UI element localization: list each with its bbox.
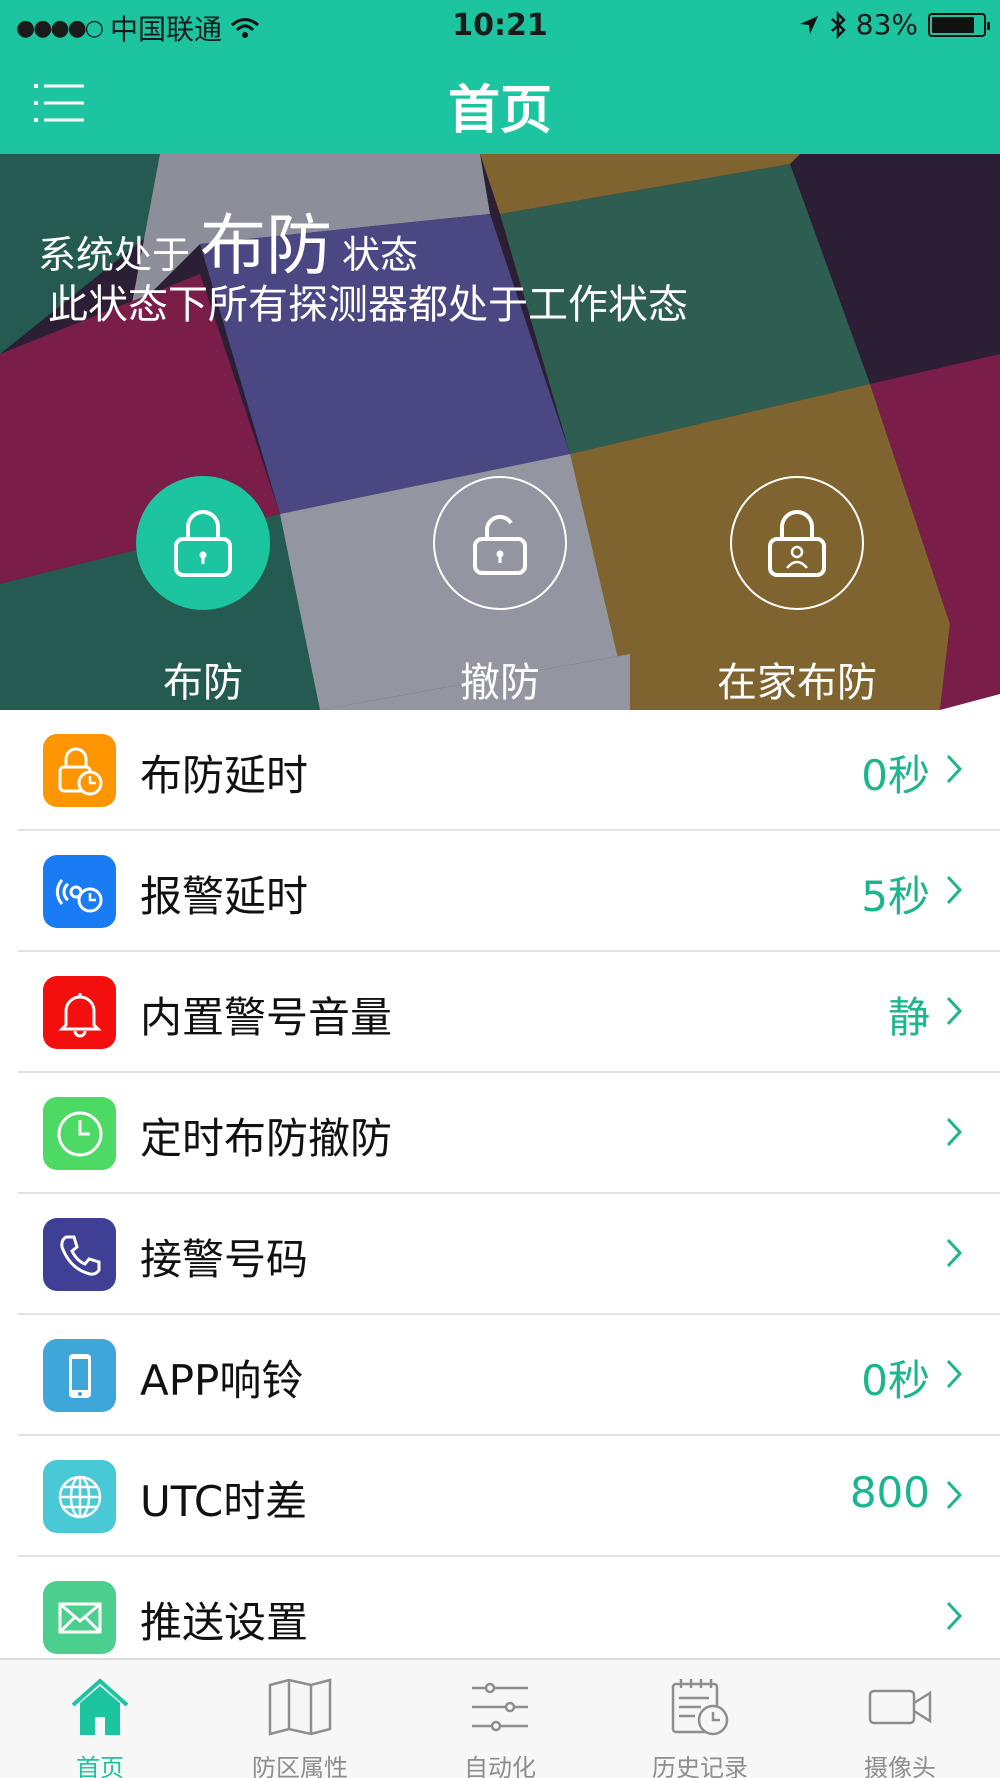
lock-person-icon xyxy=(768,510,826,577)
bluetooth-icon xyxy=(830,10,846,39)
tab-camera[interactable]: 摄像头 xyxy=(800,1674,1000,1778)
settings-row-arm-delay[interactable]: 布防延时 0秒 xyxy=(0,710,1000,831)
history-icon xyxy=(671,1679,729,1736)
tab-bar: 首页 防区属性 自动化 历史记录 摄像头 xyxy=(0,1658,1000,1778)
status-prefix: 系统处于 xyxy=(38,233,191,277)
chevron-right-icon xyxy=(946,1480,962,1510)
status-bar: ●●●●○ 中国联通 10:21 83% xyxy=(0,0,1000,50)
setting-label: 布防延时 xyxy=(140,751,309,800)
clock-icon xyxy=(43,1097,116,1170)
alarm-timer-icon xyxy=(43,855,116,928)
setting-label: 内置警号音量 xyxy=(140,993,393,1042)
camera-icon xyxy=(868,1689,932,1725)
chevron-right-icon xyxy=(946,875,962,905)
page-title: 首页 xyxy=(447,81,552,141)
settings-row-siren-volume[interactable]: 内置警号音量 静 xyxy=(0,952,1000,1073)
settings-row-alarm-numbers[interactable]: 接警号码 xyxy=(0,1194,1000,1315)
home-arm-circle[interactable] xyxy=(730,476,864,610)
navigation-bar: 首页 xyxy=(0,50,1000,154)
arm-button[interactable]: 布防 xyxy=(83,476,323,708)
tab-label: 首页 xyxy=(76,1754,124,1778)
tab-automation[interactable]: 自动化 xyxy=(400,1674,600,1778)
tab-zone-properties[interactable]: 防区属性 xyxy=(200,1674,400,1778)
disarm-circle[interactable] xyxy=(433,476,567,610)
settings-row-schedule[interactable]: 定时布防撤防 xyxy=(0,1073,1000,1194)
setting-label: 推送设置 xyxy=(140,1598,309,1647)
setting-value: 静 xyxy=(887,993,930,1042)
status-suffix: 状态 xyxy=(342,233,419,277)
arm-label: 布防 xyxy=(163,660,243,706)
chevron-right-icon xyxy=(946,1359,962,1389)
home-arm-label: 在家布防 xyxy=(717,660,877,706)
battery-level-fill xyxy=(932,16,974,33)
lock-closed-icon xyxy=(174,510,232,577)
battery-icon xyxy=(928,12,990,37)
lock-timer-icon xyxy=(43,734,116,807)
settings-row-app-ring[interactable]: APP响铃 0秒 xyxy=(0,1315,1000,1436)
globe-icon xyxy=(43,1460,116,1533)
bell-icon xyxy=(43,976,116,1049)
tab-history[interactable]: 历史记录 xyxy=(600,1674,800,1778)
phone-icon xyxy=(43,1218,116,1291)
settings-row-utc-offset[interactable]: UTC时差 800 xyxy=(0,1436,1000,1557)
setting-label: UTC时差 xyxy=(140,1477,308,1526)
envelope-icon xyxy=(43,1581,116,1654)
tab-home[interactable]: 首页 xyxy=(0,1674,200,1778)
chevron-right-icon xyxy=(946,754,962,784)
chevron-right-icon xyxy=(946,1238,962,1268)
chevron-right-icon xyxy=(946,996,962,1026)
setting-label: 接警号码 xyxy=(140,1235,309,1284)
location-arrow-icon xyxy=(799,15,818,34)
tab-label: 历史记录 xyxy=(652,1754,748,1778)
home-arm-button[interactable]: 在家布防 xyxy=(677,476,917,708)
setting-label: 定时布防撤防 xyxy=(140,1114,393,1163)
arm-circle[interactable] xyxy=(136,476,270,610)
setting-value: 5秒 xyxy=(861,872,930,921)
mobile-phone-icon xyxy=(43,1339,116,1412)
sliders-icon xyxy=(472,1682,528,1732)
setting-value: 800 xyxy=(849,1468,930,1517)
status-description: 此状态下所有探测器都处于工作状态 xyxy=(48,282,688,328)
setting-label: 报警延时 xyxy=(140,872,309,921)
status-bar-right: 83% xyxy=(798,8,990,41)
settings-list: 布防延时 0秒 报警延时 5秒 内置警号音量 静 定时布防撤防 接警号码 APP… xyxy=(0,710,1000,1678)
chevron-right-icon xyxy=(946,1117,962,1147)
setting-value: 0秒 xyxy=(861,751,930,800)
setting-value: 0秒 xyxy=(861,1356,930,1405)
arm-status-panel: 系统处于 布防 状态 此状态下所有探测器都处于工作状态 布防 撤防 在家布防 xyxy=(0,154,1000,710)
disarm-label: 撤防 xyxy=(460,660,540,706)
lock-open-icon xyxy=(473,514,527,575)
map-icon xyxy=(268,1678,332,1736)
home-icon xyxy=(71,1678,129,1735)
tab-label: 摄像头 xyxy=(864,1754,936,1778)
setting-label: APP响铃 xyxy=(140,1356,304,1405)
disarm-button[interactable]: 撤防 xyxy=(380,476,620,708)
chevron-right-icon xyxy=(946,1601,962,1631)
settings-row-alarm-delay[interactable]: 报警延时 5秒 xyxy=(0,831,1000,952)
battery-percent: 83% xyxy=(855,8,918,41)
tab-label: 防区属性 xyxy=(252,1754,348,1778)
tab-label: 自动化 xyxy=(464,1754,536,1778)
